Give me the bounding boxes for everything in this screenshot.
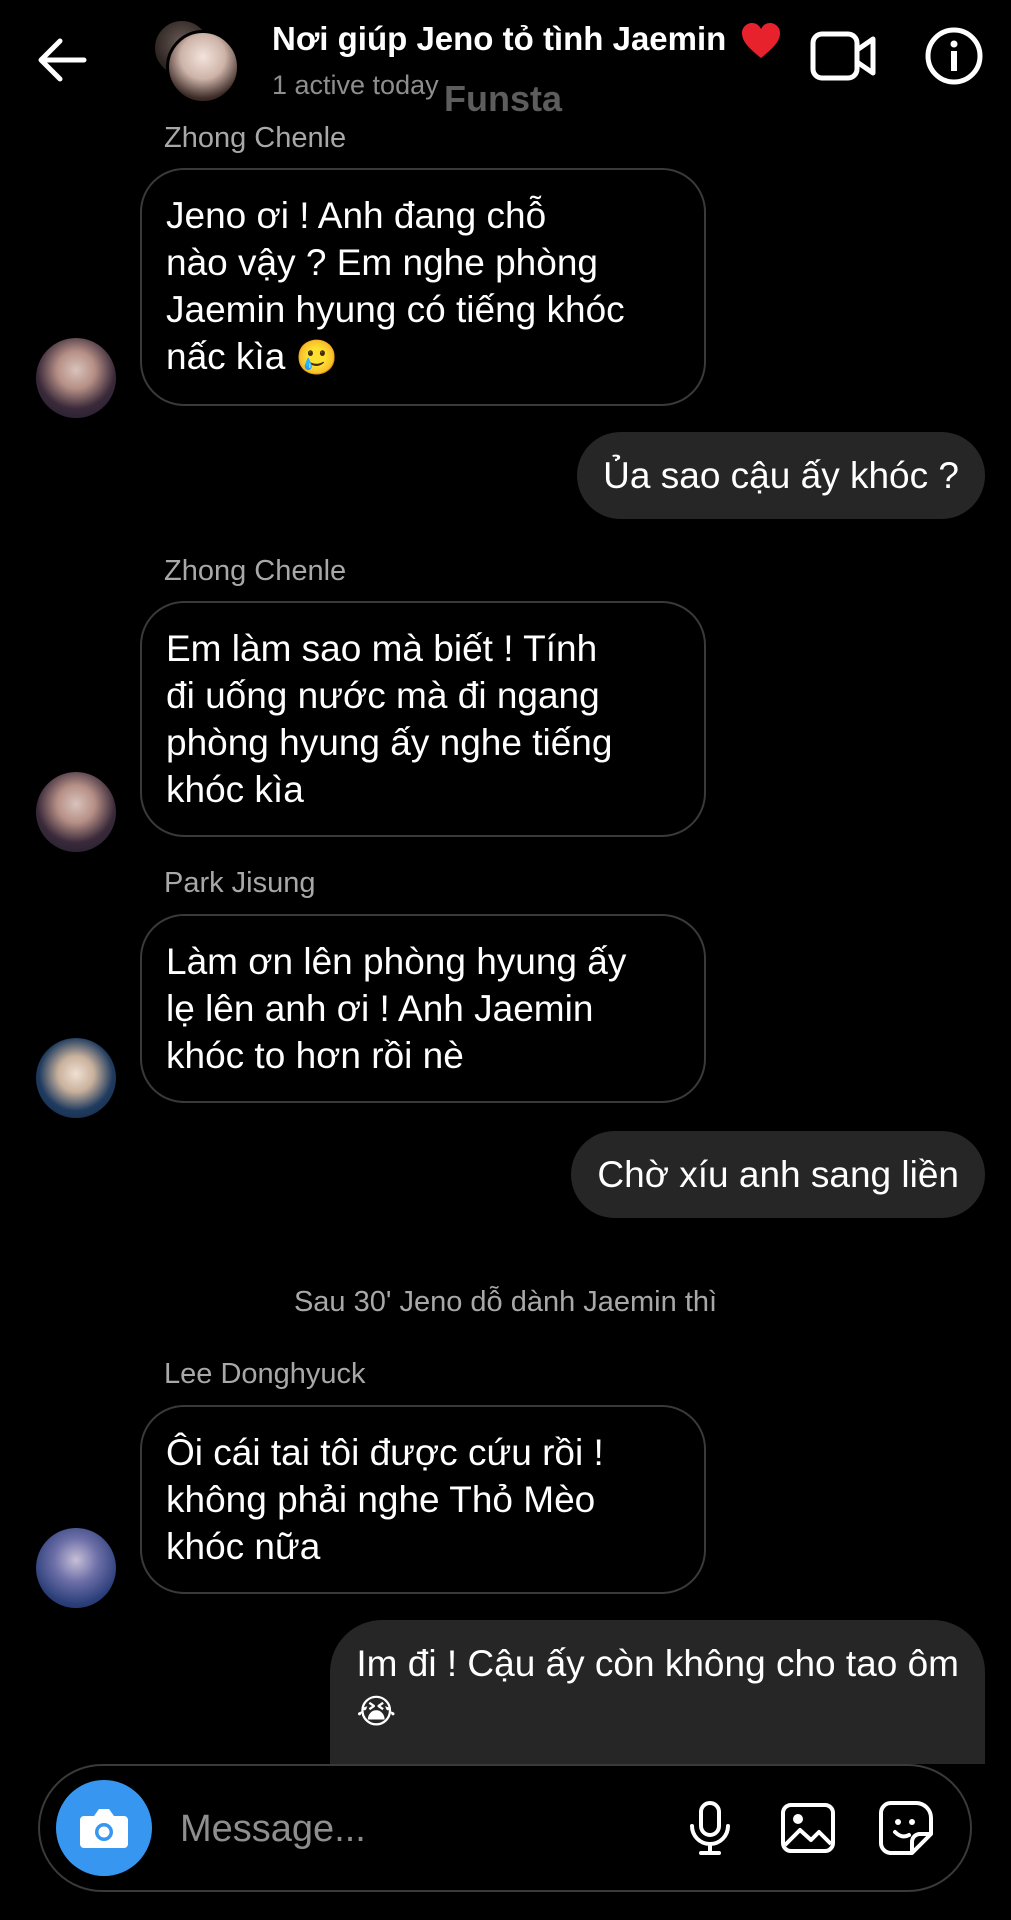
smiling-tear-emoji: 🥲 [295, 338, 338, 378]
sender-name: Zhong Chenle [164, 555, 347, 587]
message-line: Làm ơn lên phòng hyung ấy [166, 941, 627, 982]
message-line: Jeno ơi ! Anh đang chỗ [166, 195, 547, 236]
heart-icon [741, 23, 780, 59]
message-line: Em làm sao mà biết ! Tính [166, 628, 598, 669]
loudly-crying-emoji: 😭 [356, 1692, 397, 1732]
message-line: đi uống nước mà đi ngang [166, 675, 600, 716]
message-line: Jaemin hyung có tiếng khóc [166, 289, 625, 330]
outgoing-message[interactable]: Im đi ! Cậu ấy còn không cho tao ôm 😭 [330, 1620, 985, 1764]
incoming-message[interactable]: Jeno ơi ! Anh đang chỗ nào vậy ? Em nghe… [140, 168, 706, 406]
group-avatar[interactable] [152, 18, 242, 108]
sender-name: Lee Donghyuck [164, 1358, 366, 1390]
sticker-icon[interactable] [876, 1798, 936, 1858]
avatar-zhong-chenle[interactable] [36, 338, 116, 418]
microphone-icon[interactable] [680, 1798, 740, 1858]
sender-name: Park Jisung [164, 867, 316, 899]
message-line: không phải nghe Thỏ Mèo [166, 1479, 596, 1520]
active-status: 1 active today [272, 70, 439, 100]
watermark: Funsta [444, 78, 563, 119]
incoming-message[interactable]: Làm ơn lên phòng hyung ấy lẹ lên anh ơi … [140, 914, 706, 1103]
message-text: Chờ xíu anh sang liền [597, 1154, 959, 1195]
message-composer [38, 1764, 972, 1892]
message-line: 😭 [356, 1687, 959, 1736]
message-line: phòng hyung ấy nghe tiếng [166, 722, 613, 763]
message-line: nấc kìa 🥲 [166, 333, 680, 382]
info-icon[interactable] [924, 26, 984, 86]
group-avatar-primary [166, 30, 240, 104]
message-line: nào vậy ? Em nghe phòng [166, 242, 598, 283]
message-line: khóc kìa [166, 769, 304, 810]
avatar-zhong-chenle[interactable] [36, 772, 116, 852]
outgoing-message[interactable]: Chờ xíu anh sang liền [571, 1131, 985, 1218]
chat-title-text: Nơi giúp Jeno tỏ tình Jaemin [272, 20, 727, 57]
message-line-text: nấc kìa [166, 336, 286, 377]
message-input[interactable] [178, 1792, 682, 1866]
system-note: Sau 30' Jeno dỗ dành Jaemin thì [293, 1286, 718, 1318]
camera-icon [80, 1809, 128, 1848]
image-icon[interactable] [778, 1798, 838, 1858]
chat-header: Nơi giúp Jeno tỏ tình Jaemin 1 active to… [0, 0, 1011, 119]
message-line: Im đi ! Cậu ấy còn không cho tao ôm [356, 1643, 959, 1684]
incoming-message[interactable]: Ôi cái tai tôi được cứu rồi ! không phải… [140, 1405, 706, 1594]
message-line: lẹ lên anh ơi ! Anh Jaemin [166, 988, 594, 1029]
message-line: khóc nữa [166, 1526, 321, 1567]
avatar-lee-donghyuck[interactable] [36, 1528, 116, 1608]
chat-title[interactable]: Nơi giúp Jeno tỏ tình Jaemin [272, 20, 782, 60]
message-text: Ủa sao cậu ấy khóc ? [603, 455, 959, 496]
message-line: khóc to hơn rồi nè [166, 1035, 464, 1076]
message-line: Ôi cái tai tôi được cứu rồi ! [166, 1432, 604, 1473]
video-camera-icon[interactable] [810, 28, 876, 84]
avatar-park-jisung[interactable] [36, 1038, 116, 1118]
sender-name: Zhong Chenle [164, 122, 347, 154]
camera-button[interactable] [56, 1780, 152, 1876]
back-arrow-icon[interactable] [32, 30, 92, 90]
incoming-message[interactable]: Em làm sao mà biết ! Tính đi uống nước m… [140, 601, 706, 837]
outgoing-message[interactable]: Ủa sao cậu ấy khóc ? [577, 432, 985, 519]
